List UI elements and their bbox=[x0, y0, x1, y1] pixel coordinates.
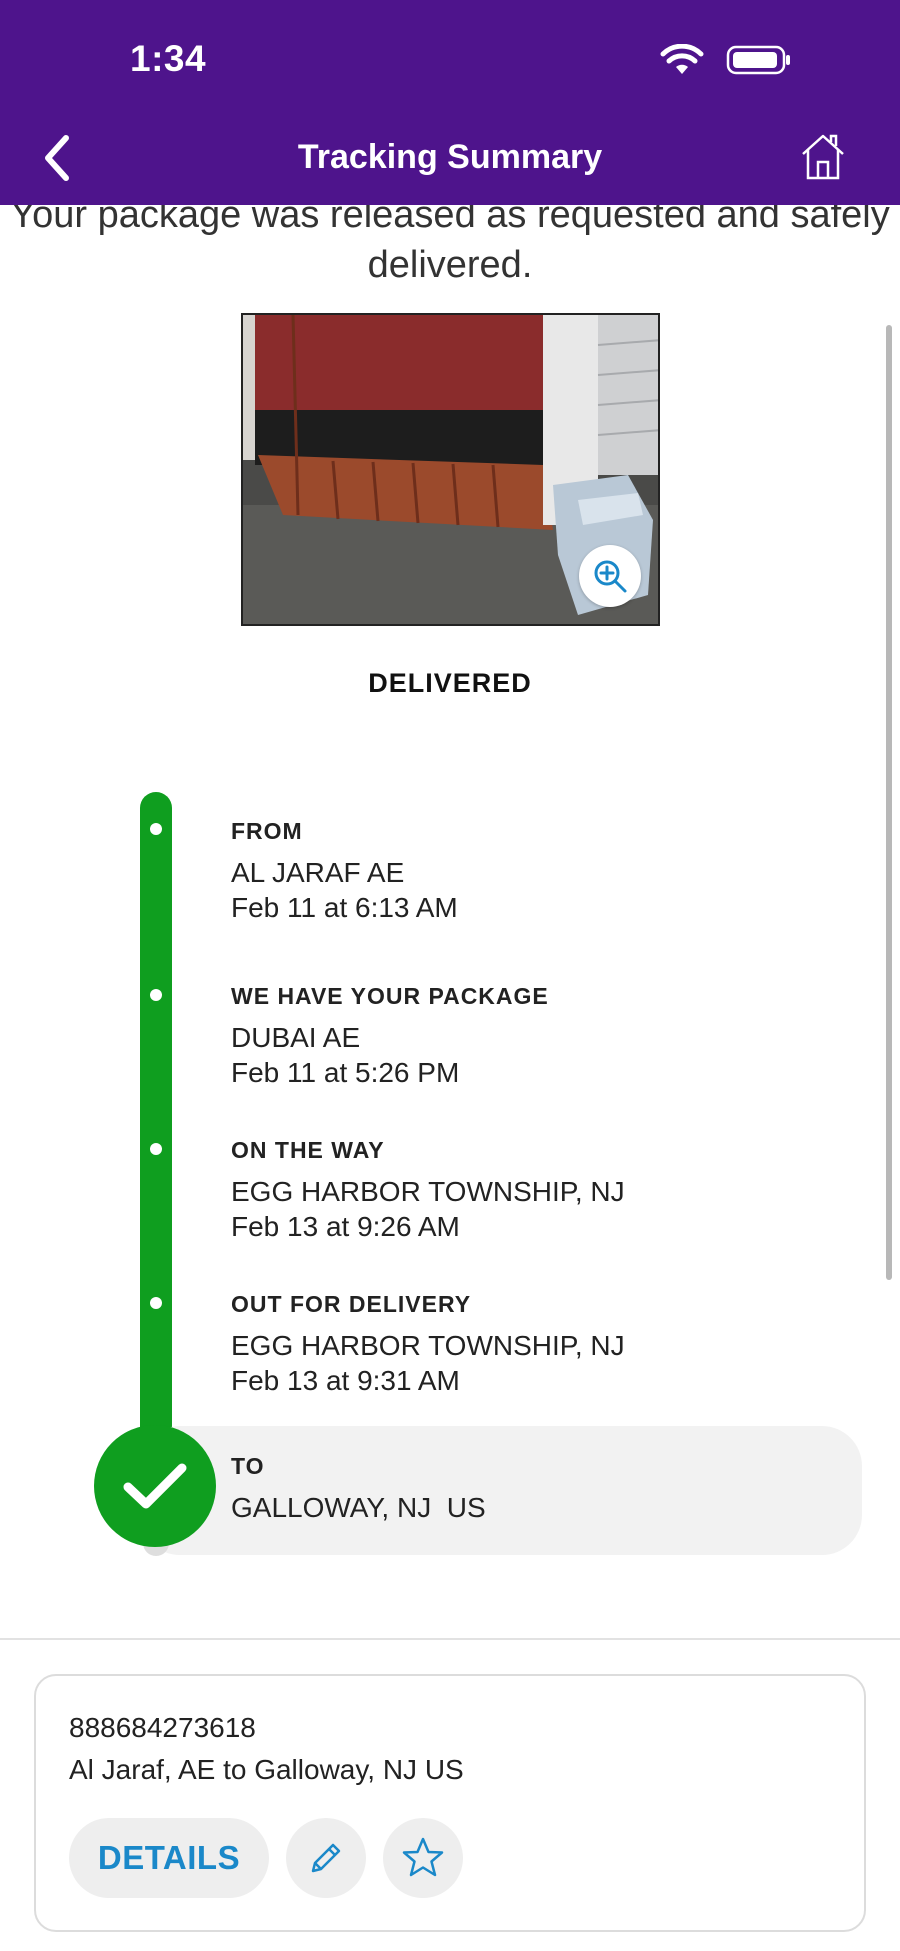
timeline-event-picked-up: WE HAVE YOUR PACKAGE DUBAI AE Feb 11 at … bbox=[231, 983, 549, 1090]
star-icon bbox=[402, 1837, 444, 1877]
shipment-route: Al Jaraf, AE to Galloway, NJ US bbox=[69, 1754, 464, 1785]
timeline-dot bbox=[150, 989, 162, 1001]
checkmark-icon bbox=[123, 1463, 187, 1509]
event-time: Feb 13 at 9:26 AM bbox=[231, 1211, 460, 1242]
edit-button[interactable] bbox=[286, 1818, 366, 1898]
event-title: ON THE WAY bbox=[231, 1137, 385, 1163]
event-title: WE HAVE YOUR PACKAGE bbox=[231, 983, 549, 1009]
timeline-event-to: TO GALLOWAY, NJ US bbox=[231, 1453, 486, 1525]
event-location: AL JARAF AE bbox=[231, 857, 405, 888]
event-time: Feb 11 at 5:26 PM bbox=[231, 1057, 460, 1088]
event-title: TO bbox=[231, 1453, 265, 1479]
event-title: FROM bbox=[231, 818, 303, 844]
event-time: Feb 11 at 6:13 AM bbox=[231, 892, 458, 923]
timeline-dot bbox=[150, 1143, 162, 1155]
timeline-event-on-the-way: ON THE WAY EGG HARBOR TOWNSHIP, NJ Feb 1… bbox=[231, 1137, 625, 1244]
section-divider bbox=[0, 1638, 900, 1640]
battery-icon bbox=[726, 45, 790, 75]
event-title: OUT FOR DELIVERY bbox=[231, 1291, 472, 1317]
timeline-dot bbox=[150, 823, 162, 835]
event-location: EGG HARBOR TOWNSHIP, NJ bbox=[231, 1176, 625, 1207]
page-title: Tracking Summary bbox=[297, 138, 603, 176]
favorite-button[interactable] bbox=[383, 1818, 463, 1898]
status-bar-icons bbox=[660, 44, 792, 76]
home-button[interactable] bbox=[798, 132, 848, 182]
timeline-event-from: FROM AL JARAF AE Feb 11 at 6:13 AM bbox=[231, 818, 458, 925]
zoom-in-icon bbox=[594, 560, 627, 593]
home-icon bbox=[802, 134, 844, 180]
tracking-number: 888684273618 bbox=[69, 1712, 256, 1743]
timeline-dot bbox=[150, 1297, 162, 1309]
pencil-icon bbox=[311, 1843, 341, 1873]
delivered-check-badge bbox=[94, 1425, 216, 1547]
details-button[interactable]: DETAILS bbox=[69, 1818, 269, 1898]
zoom-photo-button[interactable] bbox=[579, 545, 641, 607]
wifi-icon bbox=[660, 44, 704, 74]
status-bar-time: 1:34 bbox=[130, 38, 207, 79]
delivery-message-container: Your package was released as requested a… bbox=[0, 205, 900, 285]
event-time: Feb 13 at 9:31 AM bbox=[231, 1365, 460, 1396]
delivery-status: DELIVERED bbox=[368, 668, 532, 698]
timeline-progress-bar bbox=[140, 792, 172, 1482]
shipment-card: 888684273618 Al Jaraf, AE to Galloway, N… bbox=[34, 1674, 866, 1932]
timeline-event-out-for-delivery: OUT FOR DELIVERY EGG HARBOR TOWNSHIP, NJ… bbox=[231, 1291, 625, 1398]
delivery-photo[interactable] bbox=[241, 313, 660, 626]
scrollbar[interactable] bbox=[886, 325, 892, 1280]
event-location: DUBAI AE bbox=[231, 1022, 361, 1053]
app-header: 1:34 Tracking Summary bbox=[0, 0, 900, 205]
event-location: GALLOWAY, NJ US bbox=[231, 1492, 486, 1523]
event-location: EGG HARBOR TOWNSHIP, NJ bbox=[231, 1330, 625, 1361]
delivery-message: Your package was released as requested a… bbox=[10, 205, 890, 285]
